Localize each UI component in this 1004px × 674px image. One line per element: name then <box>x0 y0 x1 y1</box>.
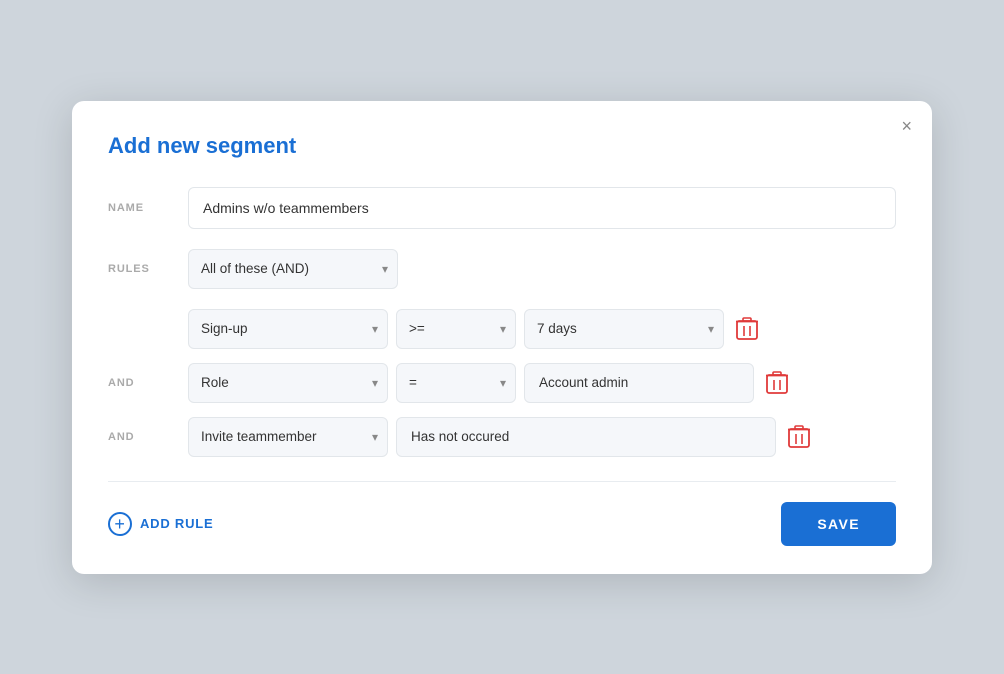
modal-title: Add new segment <box>108 133 896 159</box>
rule-1-trash-icon <box>736 316 758 342</box>
rule-2-op-wrapper: >= <= = != ▾ <box>396 363 516 403</box>
rule-3-delete-button[interactable] <box>788 424 810 450</box>
rule-1-value-select[interactable]: 7 days 14 days 30 days <box>524 309 724 349</box>
rules-label: RULES <box>108 263 188 275</box>
name-input[interactable] <box>188 187 896 229</box>
rule-3-trash-icon <box>788 424 810 450</box>
rule-1-type-select[interactable]: Sign-up Role Invite teammember <box>188 309 388 349</box>
rule-row-3: AND Sign-up Role Invite teammember ▾ Has… <box>108 417 896 457</box>
rule-1-op-select[interactable]: >= <= = != <box>396 309 516 349</box>
footer-divider <box>108 481 896 482</box>
rule-3-type-wrapper: Sign-up Role Invite teammember ▾ <box>188 417 388 457</box>
rule-1-delete-button[interactable] <box>736 316 758 342</box>
rule-3-value-static: Has not occured <box>396 417 776 457</box>
rule-1-value-wrapper: 7 days 14 days 30 days ▾ <box>524 309 724 349</box>
rule-2-and-label: AND <box>108 377 188 389</box>
add-rule-button[interactable]: + ADD RULE <box>108 512 213 536</box>
rule-2-trash-icon <box>766 370 788 396</box>
rule-row-1: Sign-up Role Invite teammember ▾ >= <= =… <box>108 309 896 349</box>
rule-2-value-input[interactable] <box>524 363 754 403</box>
rules-logic-row: RULES All of these (AND) Any of these (O… <box>108 249 896 289</box>
rule-1-type-wrapper: Sign-up Role Invite teammember ▾ <box>188 309 388 349</box>
rule-2-type-select[interactable]: Sign-up Role Invite teammember <box>188 363 388 403</box>
rules-logic-select-wrapper: All of these (AND) Any of these (OR) ▾ <box>188 249 398 289</box>
rule-3-and-label: AND <box>108 431 188 443</box>
rule-3-type-select[interactable]: Sign-up Role Invite teammember <box>188 417 388 457</box>
rules-logic-select[interactable]: All of these (AND) Any of these (OR) <box>188 249 398 289</box>
modal-overlay: × Add new segment NAME RULES All of thes… <box>0 0 1004 674</box>
rule-2-type-wrapper: Sign-up Role Invite teammember ▾ <box>188 363 388 403</box>
add-rule-label: ADD RULE <box>140 516 213 531</box>
name-label: NAME <box>108 202 188 214</box>
rule-2-delete-button[interactable] <box>766 370 788 396</box>
modal-container: × Add new segment NAME RULES All of thes… <box>72 101 932 574</box>
rule-row-2: AND Sign-up Role Invite teammember ▾ >= … <box>108 363 896 403</box>
name-row: NAME <box>108 187 896 229</box>
close-button[interactable]: × <box>901 117 912 135</box>
save-button[interactable]: SAVE <box>781 502 896 546</box>
add-rule-plus-icon: + <box>108 512 132 536</box>
modal-footer: + ADD RULE SAVE <box>108 502 896 546</box>
rule-2-op-select[interactable]: >= <= = != <box>396 363 516 403</box>
rule-1-op-wrapper: >= <= = != ▾ <box>396 309 516 349</box>
